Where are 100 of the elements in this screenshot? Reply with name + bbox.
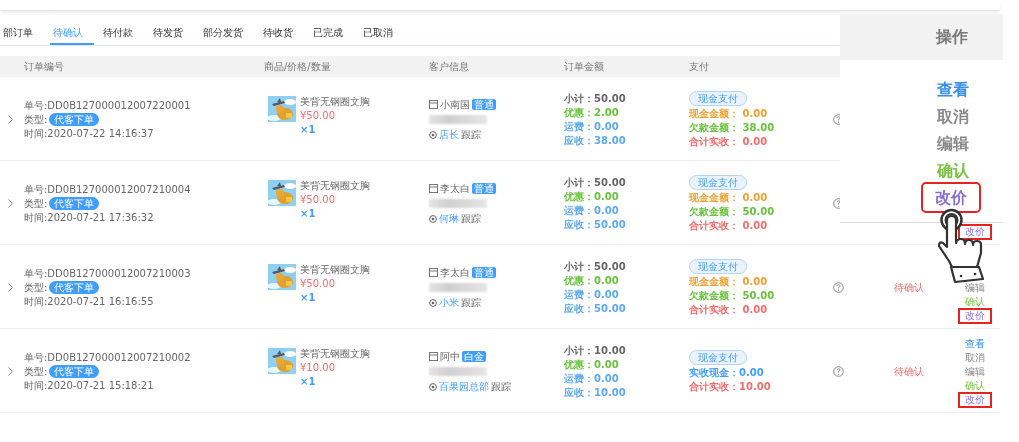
card-icon bbox=[429, 100, 438, 109]
action-link[interactable]: 编辑 bbox=[962, 280, 988, 295]
amount-line: 应收：50.00 bbox=[564, 302, 627, 315]
customer-name: 小南国 bbox=[440, 98, 470, 111]
follower-link[interactable]: 百果园总部 bbox=[439, 380, 489, 393]
amount-line: 运费：0.00 bbox=[564, 120, 620, 133]
payment-method-tag: 现金支付 bbox=[689, 91, 747, 106]
product-price: ¥50.00 bbox=[300, 109, 336, 122]
action-link[interactable]: 改价 bbox=[923, 184, 979, 211]
order-type-tag: 代客下单 bbox=[49, 197, 100, 210]
product-quantity: ×1 bbox=[300, 207, 317, 220]
amount-line: 小计：50.00 bbox=[564, 92, 627, 105]
type-label: 类型: bbox=[24, 197, 48, 210]
payment-line: 现金金额： 0.00 bbox=[689, 107, 769, 120]
target-icon bbox=[429, 214, 437, 223]
product-quantity: ×1 bbox=[300, 123, 317, 136]
target-icon bbox=[429, 130, 437, 139]
amount-line: 优惠：0.00 bbox=[564, 190, 620, 203]
payment-line: 实收现金：0.00 bbox=[689, 366, 765, 379]
target-icon bbox=[429, 382, 437, 391]
chevron-icon[interactable] bbox=[7, 115, 13, 124]
target-icon bbox=[429, 298, 437, 307]
status-tab[interactable]: 待付款 bbox=[100, 23, 144, 43]
amount-line: 运费：0.00 bbox=[564, 204, 620, 217]
order-type-tag: 代客下单 bbox=[49, 365, 100, 378]
action-link[interactable]: 编辑 bbox=[962, 364, 988, 379]
payment-line: 欠款金额： 38.00 bbox=[689, 121, 776, 134]
customer-name: 李太白 bbox=[440, 182, 470, 195]
customer-level-tag: 普通 bbox=[472, 99, 496, 110]
status-tab[interactable]: 已取消 bbox=[360, 23, 404, 43]
status-tab[interactable]: 部分发货 bbox=[200, 23, 254, 43]
blurred-phone bbox=[429, 115, 487, 124]
action-link[interactable]: 取消 bbox=[937, 103, 969, 130]
status-tab[interactable]: 待发货 bbox=[150, 23, 194, 43]
order-number: 单号:DD0B127000012007210004 bbox=[24, 183, 192, 196]
blurred-phone bbox=[429, 367, 487, 376]
follower-link[interactable]: 小米 bbox=[439, 296, 459, 309]
column-header: 订单编号 bbox=[23, 59, 65, 74]
product-price: ¥50.00 bbox=[300, 277, 336, 290]
status-tab[interactable]: 待确认 bbox=[50, 23, 94, 45]
amount-line: 优惠：0.00 bbox=[564, 274, 620, 287]
order-type-tag: 代客下单 bbox=[49, 281, 100, 294]
payment-line: 现金金额： 0.00 bbox=[689, 275, 769, 288]
action-link[interactable]: 查看 bbox=[937, 76, 969, 103]
help-icon[interactable] bbox=[832, 366, 844, 377]
order-status: 待确认 bbox=[894, 365, 924, 378]
status-tab[interactable]: 待收货 bbox=[260, 23, 304, 43]
payment-line: 合计实收：10.00 bbox=[689, 380, 772, 393]
action-link[interactable]: 确认 bbox=[937, 157, 969, 184]
status-tab[interactable]: 已完成 bbox=[310, 23, 354, 43]
order-time: 时间:2020-07-22 14:16:37 bbox=[24, 127, 155, 140]
product-name: 美背无钢圈文胸 bbox=[300, 347, 370, 360]
amount-line: 应收：50.00 bbox=[564, 218, 627, 231]
amount-line: 优惠：2.00 bbox=[564, 106, 620, 119]
customer-level-tag: 白金 bbox=[462, 351, 486, 362]
payment-method-tag: 现金支付 bbox=[689, 350, 747, 365]
chevron-icon[interactable] bbox=[7, 199, 13, 208]
callout-title: 操作 bbox=[935, 26, 968, 48]
follower-link[interactable]: 店长 bbox=[439, 128, 459, 141]
help-icon[interactable] bbox=[832, 282, 844, 293]
action-link[interactable]: 确认 bbox=[962, 294, 988, 309]
card-icon bbox=[429, 268, 438, 277]
follower-link[interactable]: 何琳 bbox=[439, 212, 459, 225]
follow-label: 跟踪 bbox=[491, 380, 511, 393]
payment-line: 现金金额： 0.00 bbox=[689, 191, 769, 204]
product-quantity: ×1 bbox=[300, 291, 317, 304]
order-number: 单号:DD0B127000012007210002 bbox=[24, 351, 192, 364]
payment-line: 合计实收： 0.00 bbox=[689, 219, 769, 232]
type-label: 类型: bbox=[24, 365, 48, 378]
amount-line: 小计：50.00 bbox=[564, 176, 627, 189]
order-status: 待确认 bbox=[894, 281, 924, 294]
amount-line: 小计：10.00 bbox=[564, 344, 627, 357]
follow-label: 跟踪 bbox=[461, 296, 481, 309]
action-link[interactable]: 编辑 bbox=[937, 130, 969, 157]
amount-line: 应收：38.00 bbox=[564, 134, 627, 147]
action-link[interactable]: 取消 bbox=[962, 350, 988, 365]
order-time: 时间:2020-07-21 17:36:32 bbox=[24, 211, 155, 224]
payment-method-tag: 现金支付 bbox=[689, 259, 747, 274]
order-time: 时间:2020-07-21 16:16:55 bbox=[24, 295, 155, 308]
chevron-icon[interactable] bbox=[7, 283, 13, 292]
order-type-tag: 代客下单 bbox=[49, 113, 100, 126]
amount-line: 小计：50.00 bbox=[564, 260, 627, 273]
action-link[interactable]: 改价 bbox=[959, 392, 991, 407]
column-header: 支付 bbox=[688, 59, 710, 74]
column-header: 客户信息 bbox=[428, 59, 470, 74]
card-icon bbox=[429, 184, 438, 193]
status-tab[interactable]: 部订单 bbox=[0, 23, 44, 43]
follow-label: 跟踪 bbox=[461, 128, 481, 141]
action-link[interactable]: 改价 bbox=[959, 308, 991, 323]
amount-line: 应收：10.00 bbox=[564, 386, 627, 399]
amount-line: 优惠：0.00 bbox=[564, 358, 620, 371]
product-price: ¥50.00 bbox=[300, 193, 336, 206]
chevron-icon[interactable] bbox=[7, 367, 13, 376]
action-link[interactable]: 查看 bbox=[962, 336, 988, 351]
product-name: 美背无钢圈文胸 bbox=[300, 179, 370, 192]
customer-level-tag: 普通 bbox=[472, 267, 496, 278]
action-link[interactable]: 确认 bbox=[962, 378, 988, 393]
product-name: 美背无钢圈文胸 bbox=[300, 263, 370, 276]
customer-name: 阿中 bbox=[440, 350, 460, 363]
action-link[interactable]: 改价 bbox=[959, 224, 991, 239]
